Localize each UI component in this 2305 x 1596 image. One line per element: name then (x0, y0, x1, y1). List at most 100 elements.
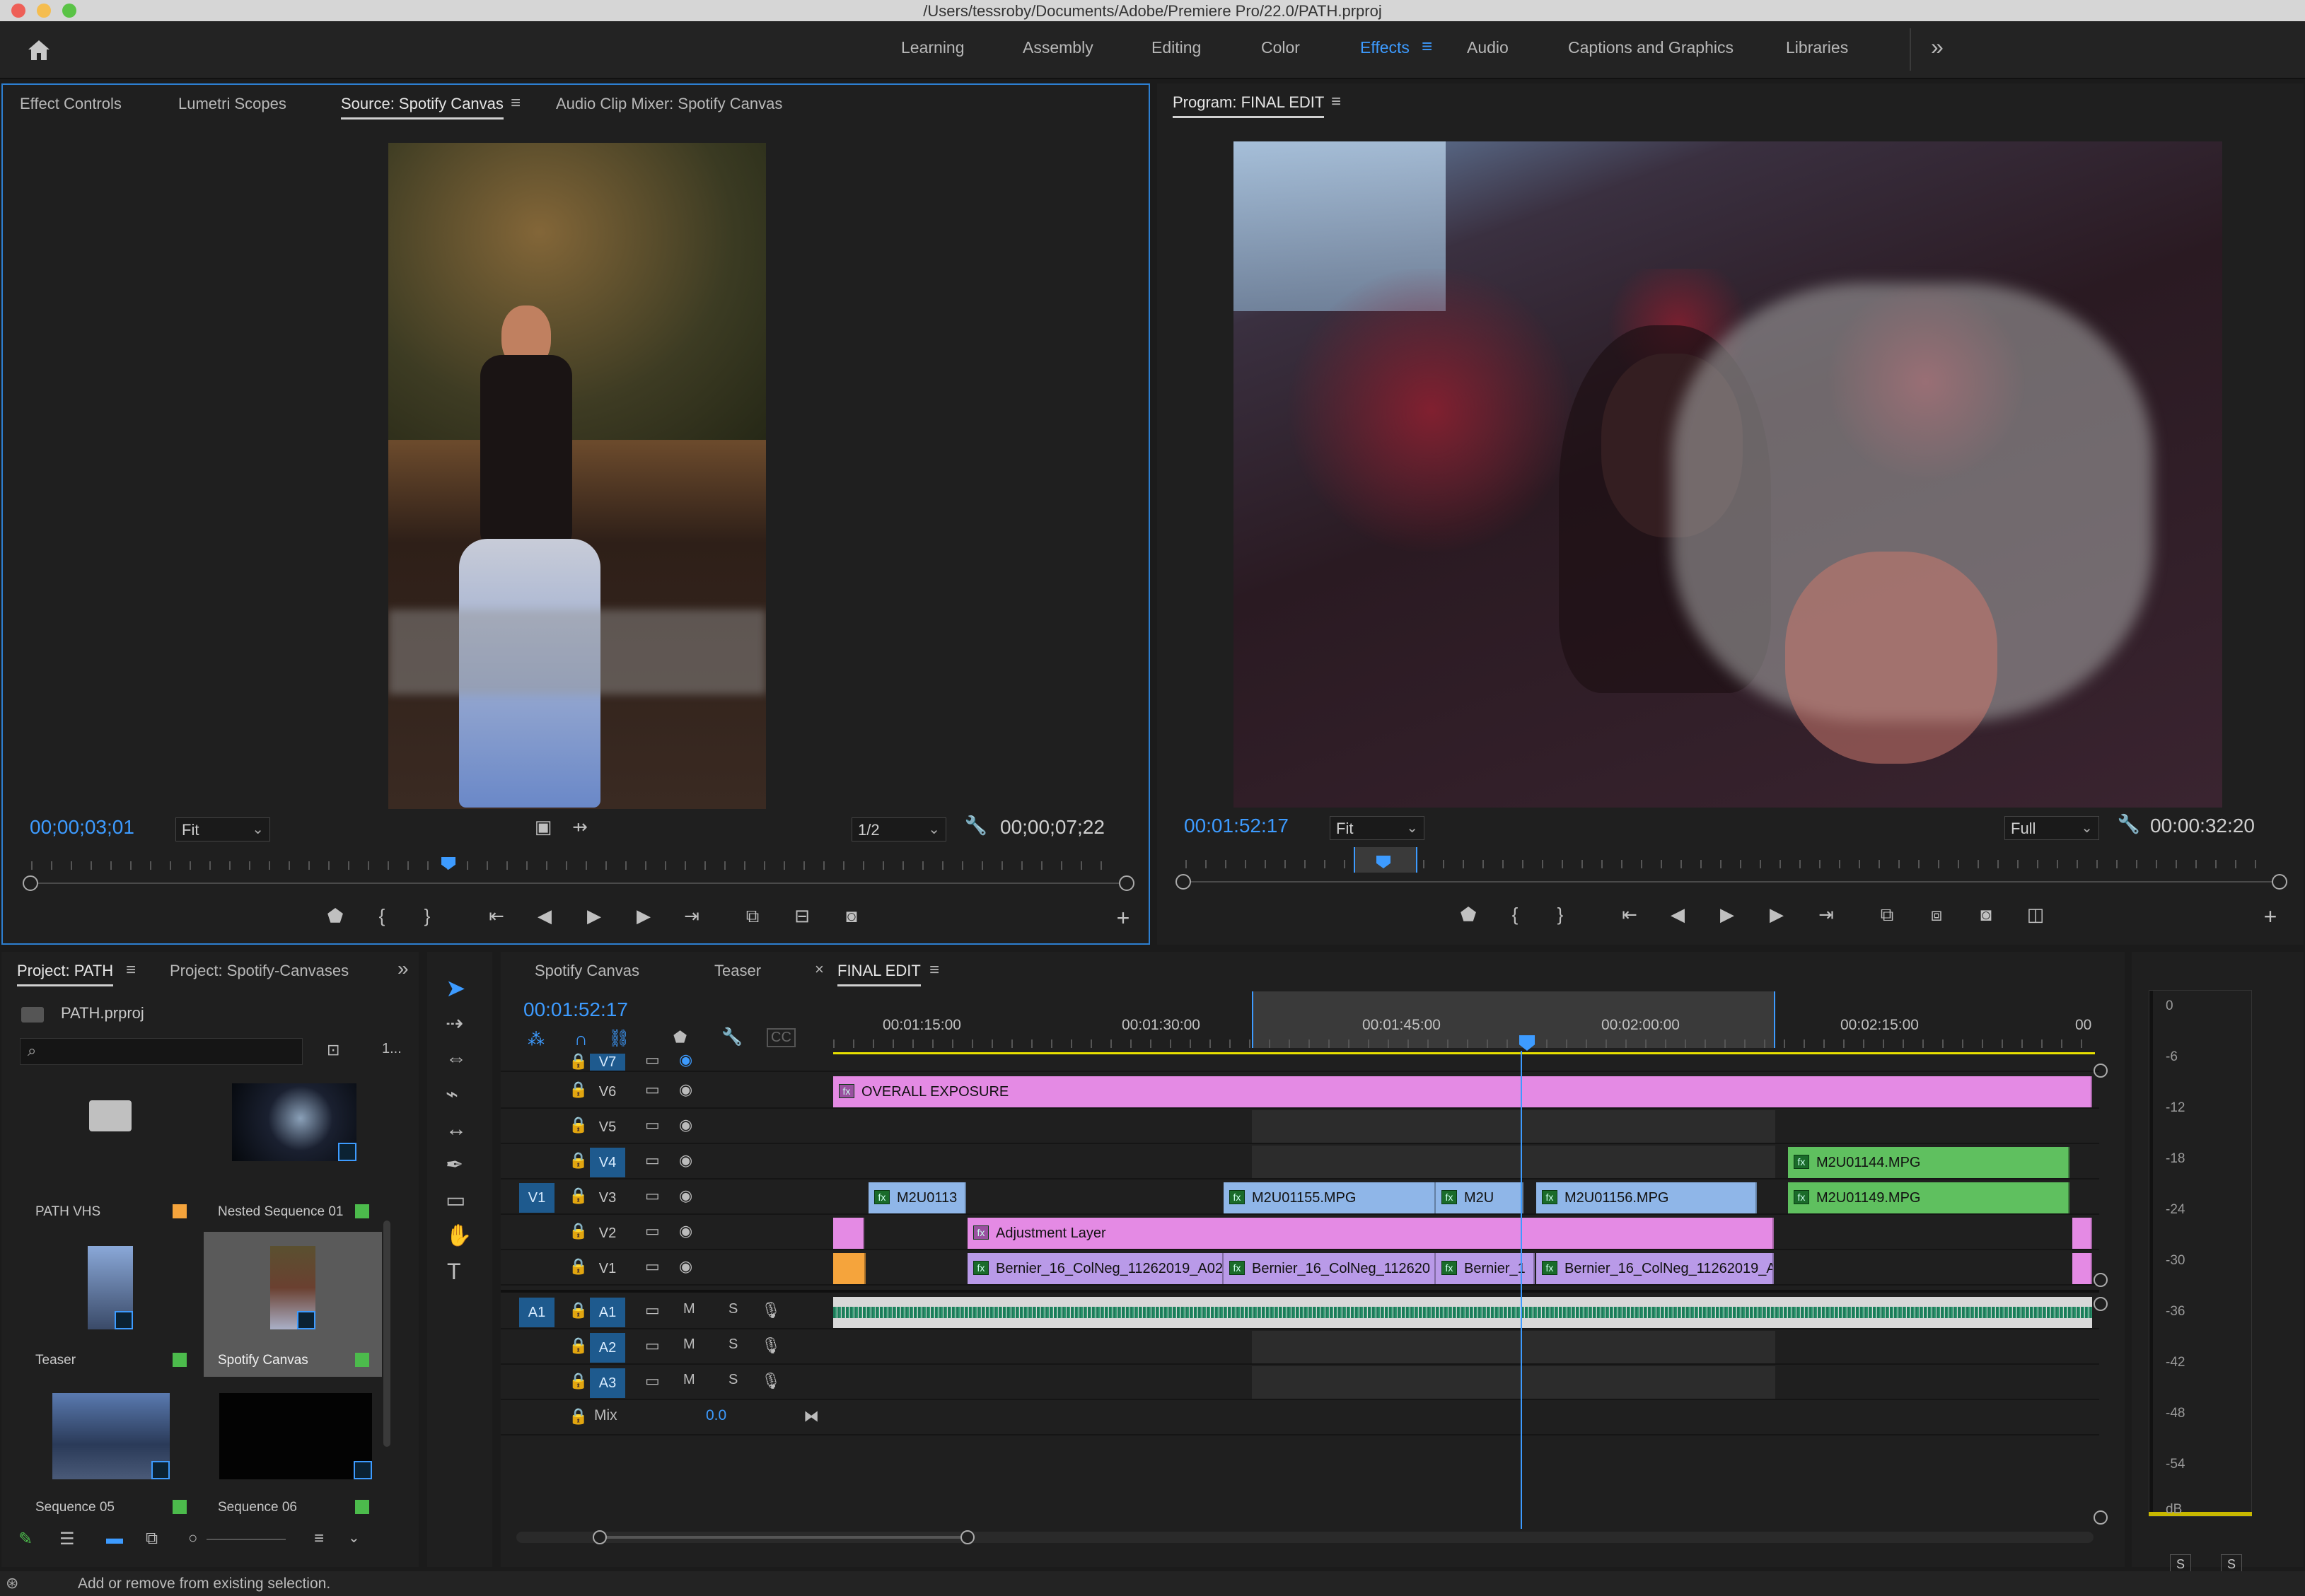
track-target-v7[interactable]: V7 (590, 1054, 625, 1071)
solo-button[interactable]: S (728, 1301, 738, 1317)
microphone-icon[interactable]: 🎙 (761, 1301, 781, 1320)
lock-icon[interactable]: 🔒 (569, 1407, 588, 1426)
sync-lock-icon[interactable]: ▭ (645, 1187, 660, 1205)
audio-clip[interactable] (833, 1297, 2092, 1328)
sync-lock-icon[interactable]: ▭ (645, 1080, 660, 1099)
thumbnail-zoom-slider[interactable] (207, 1539, 286, 1540)
clip-bernier-1[interactable]: fx Bernier_1 (1436, 1253, 1535, 1284)
solo-button[interactable]: S (728, 1372, 738, 1388)
label-color-swatch[interactable] (355, 1204, 369, 1218)
workspace-captions[interactable]: Captions and Graphics (1568, 38, 1734, 57)
scroll-thumb-bar[interactable] (607, 1536, 960, 1539)
program-time-ruler[interactable] (1185, 860, 2275, 868)
wrench-icon[interactable]: 🔧 (962, 815, 990, 837)
workspace-color[interactable]: Color (1261, 38, 1300, 57)
timeline-scroll-thumb[interactable] (593, 1530, 975, 1544)
toggle-output-icon[interactable]: ◉ (679, 1051, 692, 1069)
comparison-view-icon[interactable]: ◫ (2021, 904, 2050, 926)
source-time-ruler[interactable] (31, 861, 1120, 870)
program-playhead-timecode[interactable]: 00:01:52:17 (1184, 815, 1289, 837)
sync-lock-icon[interactable]: ▭ (645, 1151, 660, 1170)
go-to-edge-icon[interactable]: ⧓ (803, 1407, 819, 1426)
step-forward-icon[interactable]: ▶ (1763, 904, 1791, 926)
ripple-edit-tool-icon[interactable]: ⇔ (446, 1047, 467, 1071)
clip-overall-exposure[interactable]: fx OVERALL EXPOSURE (833, 1076, 2092, 1107)
track-target-v6[interactable]: V6 (590, 1077, 625, 1107)
sync-lock-icon[interactable]: ▭ (645, 1222, 660, 1240)
lock-icon[interactable]: 🔒 (569, 1372, 588, 1390)
timeline-playhead-head[interactable] (1519, 1035, 1535, 1051)
program-zoom-dropdown[interactable]: Fit ⌄ (1330, 816, 1424, 840)
clip-pink-end[interactable] (2072, 1218, 2092, 1249)
lock-icon[interactable]: 🔒 (569, 1187, 588, 1205)
eye-icon[interactable]: ◉ (679, 1116, 692, 1134)
tab-timeline-teaser[interactable]: Teaser (714, 962, 761, 980)
tab-source-monitor[interactable]: Source: Spotify Canvas (341, 95, 504, 120)
slip-tool-icon[interactable]: ↔ (446, 1117, 467, 1141)
linked-selection-icon[interactable]: ⛓ (608, 1028, 629, 1049)
extract-icon[interactable]: ⧈ (1922, 904, 1951, 926)
microphone-icon[interactable]: 🎙 (761, 1336, 781, 1355)
timeline-panel-menu-icon[interactable]: ≡ (929, 960, 939, 980)
sort-icon[interactable]: ≡ (314, 1529, 324, 1549)
label-color-swatch[interactable] (355, 1353, 369, 1367)
bin-nested-sequence-01[interactable]: Nested Sequence 01 (204, 1083, 382, 1228)
mark-out-icon[interactable]: } (413, 905, 441, 927)
drag-video-icon[interactable]: ▣ (529, 816, 557, 838)
pen-tool-icon[interactable]: ✒ (446, 1153, 463, 1177)
button-editor-plus-icon[interactable]: + (2256, 904, 2284, 930)
track-target-v2[interactable]: V2 (590, 1218, 625, 1248)
clip-m2u01155[interactable]: fx M2U01155.MPG (1224, 1182, 1436, 1213)
video-scroll-handle-bottom[interactable] (2094, 1273, 2108, 1287)
eye-icon[interactable]: ◉ (679, 1257, 692, 1276)
lock-icon[interactable]: 🔒 (569, 1080, 588, 1099)
clip-bernier-a02[interactable]: fx Bernier_16_ColNeg_11262019_A02. (968, 1253, 1224, 1284)
lock-icon[interactable]: 🔒 (569, 1257, 588, 1276)
sync-lock-icon[interactable]: ▭ (645, 1336, 660, 1355)
sync-lock-icon[interactable]: ▭ (645, 1257, 660, 1276)
wrench-icon[interactable]: 🔧 (2115, 813, 2143, 835)
program-panel-menu-icon[interactable]: ≡ (1331, 92, 1341, 112)
tab-program-monitor[interactable]: Program: FINAL EDIT (1173, 93, 1325, 118)
clip-pink-start[interactable] (833, 1218, 864, 1249)
audio-scroll-handle-top[interactable] (2094, 1297, 2108, 1311)
selection-tool-icon[interactable]: ➤ (446, 974, 466, 1003)
solo-button[interactable]: S (728, 1336, 738, 1353)
drag-audio-icon[interactable]: ⇸ (566, 816, 594, 838)
bin-sequence-05[interactable]: Sequence 05 (21, 1379, 199, 1524)
timeline-timecode[interactable]: 00:01:52:17 (523, 998, 628, 1021)
mark-out-icon[interactable]: } (1546, 904, 1574, 926)
source-playhead-timecode[interactable]: 00;00;03;01 (30, 816, 134, 839)
scroll-handle-left[interactable] (593, 1530, 607, 1544)
step-forward-icon[interactable]: ▶ (629, 905, 658, 927)
workspace-learning[interactable]: Learning (901, 38, 965, 57)
eye-icon[interactable]: ◉ (679, 1151, 692, 1170)
overwrite-icon[interactable]: ⊟ (788, 905, 816, 927)
bin-path-vhs[interactable]: PATH VHS (21, 1083, 199, 1228)
source-zoom-dropdown[interactable]: Fit ⌄ (175, 817, 270, 841)
track-target-v3[interactable]: V3 (590, 1183, 625, 1213)
freeform-view-icon[interactable]: ⧉ (146, 1529, 158, 1549)
label-color-swatch[interactable] (173, 1204, 187, 1218)
label-color-swatch[interactable] (173, 1500, 187, 1514)
track-select-tool-icon[interactable]: ⇢ (446, 1011, 463, 1036)
mute-button[interactable]: M (683, 1372, 695, 1388)
mute-button[interactable]: M (683, 1301, 695, 1317)
nest-toggle-icon[interactable]: ⁂ (528, 1030, 545, 1050)
step-back-icon[interactable]: ◀ (530, 905, 559, 927)
mute-button[interactable]: M (683, 1336, 695, 1353)
audio-scroll-handle-bottom[interactable] (2094, 1510, 2108, 1525)
source-panel-menu-icon[interactable]: ≡ (511, 93, 521, 113)
clip-m2u-short[interactable]: fx M2U (1436, 1182, 1523, 1213)
program-zoom-bar[interactable] (1183, 881, 2279, 883)
track-target-v5[interactable]: V5 (590, 1112, 625, 1142)
tab-project-path[interactable]: Project: PATH (17, 962, 114, 986)
go-to-out-icon[interactable]: ⇥ (678, 905, 706, 927)
mix-volume-value[interactable]: 0.0 (706, 1407, 726, 1424)
clip-adjustment-layer[interactable]: fx Adjustment Layer (968, 1218, 1774, 1249)
source-zoom-bar[interactable] (31, 883, 1127, 884)
eye-icon[interactable]: ◉ (679, 1222, 692, 1240)
eye-icon[interactable]: ◉ (679, 1187, 692, 1205)
step-back-icon[interactable]: ◀ (1664, 904, 1692, 926)
play-icon[interactable]: ▶ (1713, 904, 1741, 926)
